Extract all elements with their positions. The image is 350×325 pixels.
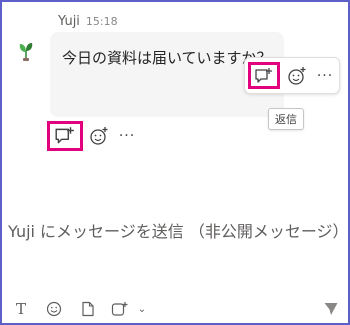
document-icon bbox=[82, 301, 94, 317]
send-button[interactable] bbox=[319, 298, 343, 320]
more-options-button[interactable]: ··· bbox=[313, 64, 337, 88]
loop-component-button[interactable] bbox=[109, 298, 131, 320]
reply-tooltip: 返信 bbox=[268, 108, 304, 130]
more-options-button[interactable]: ··· bbox=[115, 124, 139, 148]
attach-file-button[interactable] bbox=[77, 298, 99, 320]
add-reaction-button[interactable] bbox=[87, 124, 111, 148]
message-compose-input[interactable]: Yuji にメッセージを送信 （非公開メッセージ） bbox=[8, 218, 349, 246]
more-actions-chevron[interactable]: ⌄ bbox=[131, 298, 153, 320]
sender-name: Yuji bbox=[58, 14, 80, 29]
emoji-icon bbox=[46, 301, 62, 317]
emoji-add-icon bbox=[90, 127, 108, 145]
message-header: Yuji 15:18 bbox=[58, 14, 118, 29]
compose-toolbar: T ⌄ bbox=[10, 296, 344, 322]
reply-bubble-icon bbox=[255, 67, 272, 83]
reply-button[interactable] bbox=[47, 121, 83, 151]
emoji-add-icon bbox=[288, 67, 306, 85]
loop-add-icon bbox=[111, 302, 128, 316]
message-timestamp: 15:18 bbox=[85, 15, 118, 28]
message-hover-actions: ··· bbox=[244, 57, 340, 94]
reply-button[interactable] bbox=[248, 62, 280, 89]
emoji-button[interactable] bbox=[43, 298, 65, 320]
chat-window: Yuji 15:18 今日の資料は届いていますか？ ··· 返信 ··· Yuj… bbox=[0, 0, 350, 325]
message-row-actions: ··· bbox=[47, 119, 147, 153]
reply-bubble-icon bbox=[55, 127, 74, 144]
format-button[interactable]: T bbox=[10, 298, 32, 320]
send-icon bbox=[324, 303, 338, 315]
plant-avatar-icon[interactable] bbox=[16, 40, 36, 62]
add-reaction-button[interactable] bbox=[285, 64, 309, 88]
